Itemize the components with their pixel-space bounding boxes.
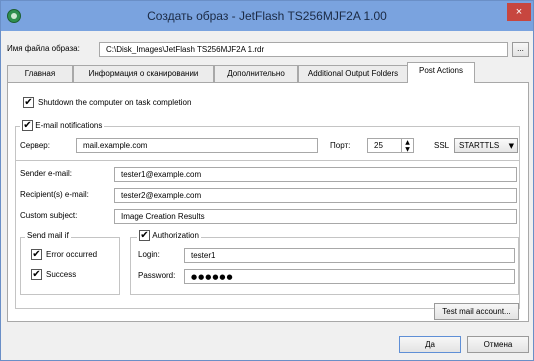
create-image-dialog: Создать образ - JetFlash TS256MJF2A 1.00… — [0, 0, 534, 361]
error-occurred-checkbox[interactable]: ✔ — [31, 249, 42, 260]
send-mail-if-legend: Send mail if — [25, 231, 71, 240]
tab-main[interactable]: Главная — [7, 65, 73, 82]
cancel-button[interactable]: Отмена — [467, 336, 529, 353]
close-button[interactable]: × — [507, 3, 531, 21]
ssl-value: STARTTLS — [459, 141, 500, 150]
window-title: Создать образ - JetFlash TS256MJF2A 1.00 — [147, 9, 387, 23]
post-actions-panel: ✔ Shutdown the computer on task completi… — [7, 82, 529, 322]
shutdown-checkbox[interactable]: ✔ — [23, 97, 34, 108]
email-notifications-checkbox[interactable]: ✔ — [22, 120, 33, 131]
port-label: Порт: — [330, 141, 351, 150]
port-spinner-icon[interactable]: ▲ ▼ — [401, 139, 413, 152]
image-file-input[interactable]: C:\Disk_Images\JetFlash TS256MJF2A 1.rdr — [99, 42, 508, 57]
authorization-label: Authorization — [152, 231, 199, 240]
email-notifications-legend: ✔ E-mail notifications — [20, 120, 105, 131]
email-notifications-label: E-mail notifications — [35, 121, 103, 130]
password-label: Password: — [138, 271, 176, 280]
recipients-email-input[interactable]: tester2@example.com — [114, 188, 517, 203]
ok-button[interactable]: Да — [399, 336, 461, 353]
login-label: Login: — [138, 250, 160, 259]
custom-subject-input[interactable]: Image Creation Results — [114, 209, 517, 224]
divider — [15, 160, 520, 161]
tab-advanced[interactable]: Дополнительно — [214, 65, 298, 82]
server-input[interactable]: mail.example.com — [76, 138, 318, 153]
send-mail-if-group — [20, 237, 120, 295]
custom-subject-label: Custom subject: — [20, 211, 78, 220]
port-value: 25 — [374, 141, 383, 150]
server-label: Сервер: — [20, 141, 50, 150]
success-label: Success — [46, 270, 77, 279]
authorization-group — [130, 237, 519, 295]
ssl-select[interactable]: STARTTLS ▼ — [454, 138, 518, 153]
tab-post-actions[interactable]: Post Actions — [407, 62, 475, 83]
error-occurred-label: Error occurred — [46, 250, 98, 259]
chevron-down-icon: ▼ — [508, 142, 514, 150]
port-input[interactable]: 25 ▲ ▼ — [367, 138, 414, 153]
success-checkbox[interactable]: ✔ — [31, 269, 42, 280]
browse-button[interactable]: ... — [512, 42, 529, 57]
login-input[interactable]: tester1 — [184, 248, 515, 263]
title-bar[interactable]: Создать образ - JetFlash TS256MJF2A 1.00… — [1, 1, 533, 31]
tab-additional-output-folders[interactable]: Additional Output Folders — [298, 65, 408, 82]
image-file-label: Имя файла образа: — [7, 44, 80, 53]
tab-scan-info[interactable]: Информация о сканировании — [73, 65, 214, 82]
sender-email-label: Sender e-mail: — [20, 169, 73, 178]
recipients-email-label: Recipient(s) e-mail: — [20, 190, 89, 199]
test-mail-account-button[interactable]: Test mail account... — [434, 303, 519, 320]
authorization-checkbox[interactable]: ✔ — [139, 230, 150, 241]
authorization-legend: ✔ Authorization — [137, 230, 201, 241]
ssl-label: SSL — [434, 141, 450, 150]
shutdown-label: Shutdown the computer on task completion — [38, 98, 192, 107]
sender-email-input[interactable]: tester1@example.com — [114, 167, 517, 182]
password-input[interactable]: ●●●●●● — [184, 269, 515, 284]
